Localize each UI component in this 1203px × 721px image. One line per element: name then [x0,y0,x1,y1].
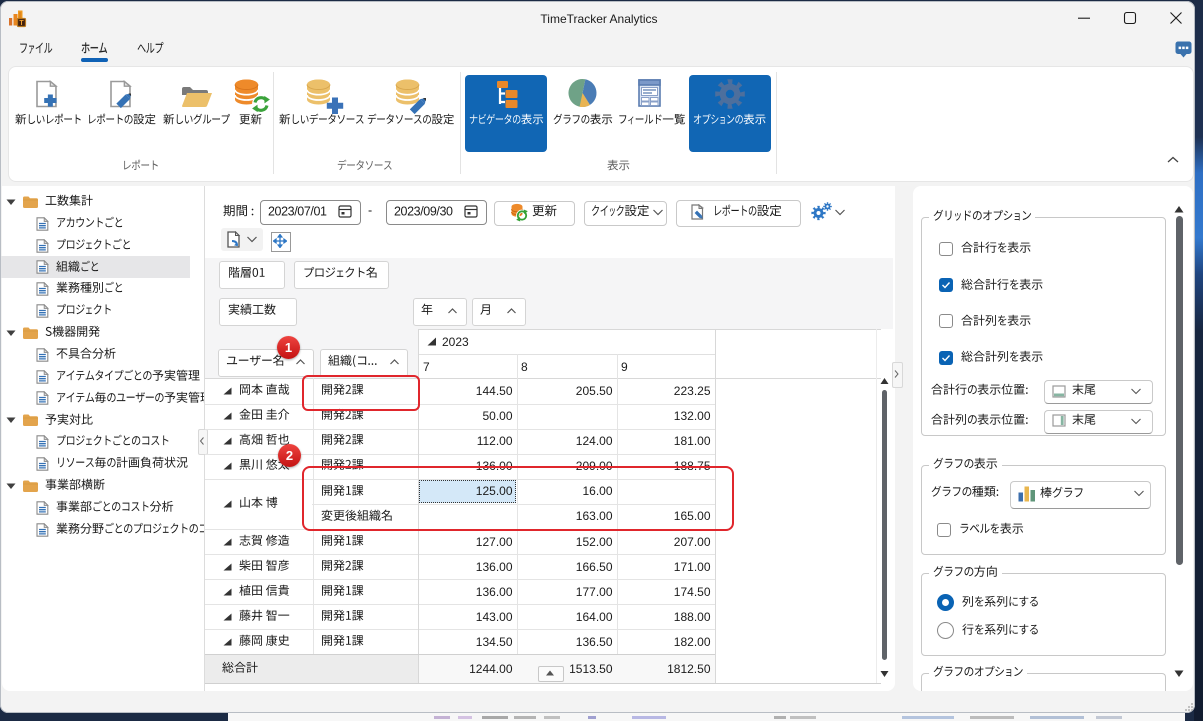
svg-text:T: T [19,20,24,27]
